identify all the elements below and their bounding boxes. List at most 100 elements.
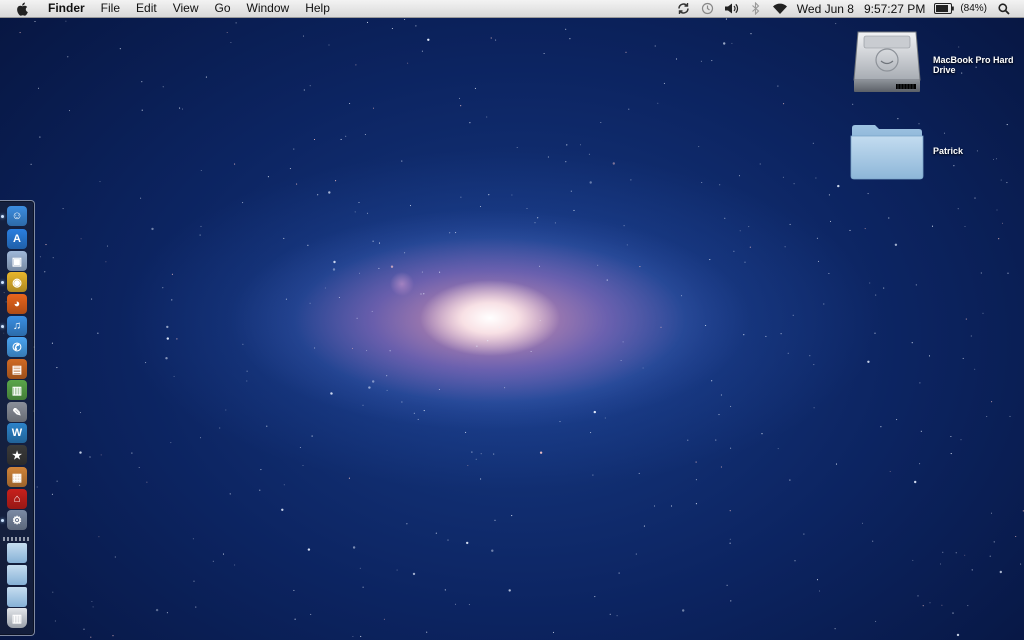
dock-item-imovie[interactable]: ★ (7, 445, 27, 465)
star (234, 163, 236, 165)
dock-item-itunes[interactable]: ♫ (7, 316, 27, 336)
dock-item-keynote[interactable]: ▤ (7, 359, 27, 379)
dock-item-downloads-stack[interactable] (7, 587, 27, 607)
star (730, 447, 732, 449)
star (358, 201, 360, 204)
star (199, 234, 201, 236)
star (162, 287, 164, 289)
clock-date[interactable]: Wed Jun 8 (797, 2, 854, 16)
star (354, 211, 356, 213)
dock-separator[interactable] (3, 537, 29, 541)
star (460, 105, 462, 107)
star (573, 209, 575, 211)
star (51, 342, 53, 344)
wifi-icon[interactable] (772, 2, 788, 16)
dock-item-chrome[interactable]: ◉ (7, 272, 27, 292)
dock-item-script-editor[interactable]: ✎ (7, 402, 27, 422)
star (352, 546, 356, 549)
desktop-label-patrick[interactable]: Patrick (933, 146, 993, 156)
clock-time[interactable]: 9:57:27 PM (864, 2, 925, 16)
dock-item-iphoto[interactable]: ▦ (7, 467, 27, 487)
star (731, 42, 733, 44)
dock-item-system-preferences[interactable]: ⚙ (7, 510, 27, 530)
star (1020, 563, 1022, 565)
star (784, 246, 786, 248)
star (835, 463, 838, 465)
bluetooth-icon[interactable] (748, 2, 764, 16)
star (894, 243, 898, 246)
star (98, 536, 100, 538)
menu-view[interactable]: View (165, 0, 207, 17)
star (777, 85, 779, 87)
star (896, 419, 898, 421)
dock-item-ichat[interactable]: ✆ (7, 337, 27, 357)
star (682, 609, 685, 612)
finder-icon: ☺ (11, 210, 23, 222)
star (609, 613, 611, 615)
star (653, 505, 656, 507)
dock-item-finder[interactable]: ☺ (7, 206, 27, 226)
menu-help[interactable]: Help (297, 0, 338, 17)
star (338, 296, 340, 299)
star (547, 156, 549, 158)
star (869, 282, 871, 284)
menu-edit[interactable]: Edit (128, 0, 165, 17)
menu-window[interactable]: Window (239, 0, 298, 17)
menu-app-name[interactable]: Finder (40, 0, 93, 17)
star (724, 217, 726, 219)
dock-item-trash[interactable]: ▥ (7, 608, 27, 628)
battery-icon[interactable] (934, 2, 955, 16)
star (467, 464, 469, 467)
apple-menu-icon[interactable] (14, 1, 30, 17)
star (569, 38, 571, 40)
star (991, 401, 993, 403)
star (391, 27, 393, 30)
star (242, 202, 244, 204)
star (260, 469, 262, 471)
star (170, 442, 172, 444)
star (435, 532, 437, 534)
star (711, 60, 713, 62)
star (226, 31, 228, 34)
dock-item-documents-stack[interactable] (7, 565, 27, 585)
star (283, 484, 285, 486)
time-machine-icon[interactable] (700, 2, 716, 16)
volume-icon[interactable] (724, 2, 740, 16)
star (874, 332, 876, 334)
star (600, 121, 602, 124)
desktop-label-hard-drive[interactable]: MacBook Pro Hard Drive (933, 55, 1019, 75)
star (687, 439, 689, 441)
dock-item-numbers[interactable]: ▥ (7, 380, 27, 400)
star (421, 271, 423, 273)
star (366, 350, 368, 352)
desktop-item-patrick-folder[interactable] (850, 122, 924, 180)
dock-item-app-store[interactable]: A (7, 229, 27, 249)
desktop-item-hard-drive[interactable] (852, 28, 922, 94)
menu-go[interactable]: Go (207, 0, 239, 17)
star (867, 360, 870, 363)
star (335, 180, 337, 182)
star (956, 633, 960, 637)
sync-icon[interactable] (676, 2, 692, 16)
star (511, 194, 513, 196)
dock-item-applications-stack[interactable] (7, 543, 27, 563)
star (733, 250, 735, 252)
star (1006, 124, 1008, 126)
dock-item-firefox[interactable]: ◕ (7, 294, 27, 314)
dock-item-preview[interactable]: ▣ (7, 251, 27, 271)
star (1006, 182, 1008, 184)
star (219, 427, 221, 429)
star (939, 563, 942, 565)
star (565, 28, 567, 30)
star (993, 541, 995, 543)
menu-file[interactable]: File (93, 0, 128, 17)
star (259, 489, 261, 491)
star (310, 613, 312, 615)
star (421, 50, 423, 52)
dock-item-acrobat[interactable]: ⌂ (7, 489, 27, 509)
star (837, 184, 840, 188)
star (67, 56, 69, 58)
spotlight-search-icon[interactable] (996, 2, 1012, 16)
dock-item-word[interactable]: W (7, 423, 27, 443)
star (680, 295, 683, 297)
